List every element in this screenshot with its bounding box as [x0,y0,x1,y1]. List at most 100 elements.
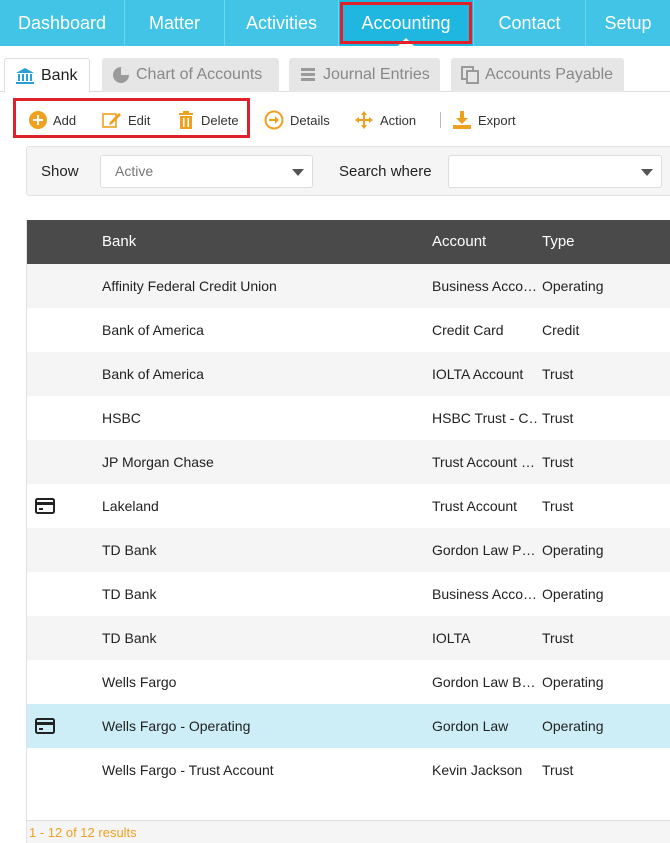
cell-account: IOLTA Account [432,366,524,382]
arrow-circle-icon [264,110,284,130]
cell-bank: Affinity Federal Credit Union [102,278,277,294]
header-type[interactable]: Type [542,233,575,250]
action-label: Action [380,112,417,128]
edit-icon [102,111,122,129]
search-where-label: Search where [339,163,432,180]
table-row[interactable]: HSBC HSBC Trust - C… Trust [27,396,670,440]
show-select[interactable]: Active [100,155,313,188]
edit-button[interactable]: Edit [102,106,150,134]
cell-account: HSBC Trust - C… [432,410,539,426]
table-row[interactable]: JP Morgan Chase Trust Account … Trust [27,440,670,484]
cell-type: Operating [542,278,604,294]
delete-label: Delete [201,112,239,128]
show-label: Show [41,163,79,180]
details-button[interactable]: Details [264,106,330,134]
cell-account: Credit Card [432,322,504,338]
cell-type: Trust [542,410,574,426]
action-button[interactable]: Action [354,106,416,134]
nav-contact[interactable]: Contact [474,0,586,46]
cell-bank: Bank of America [102,322,204,338]
edit-label: Edit [128,112,151,128]
tab-accounts-payable[interactable]: Accounts Payable [451,58,624,92]
toolbar: Add Edit Delete Details Action Export [0,100,670,140]
table-row[interactable]: Lakeland Trust Account Trust [27,484,670,528]
pager-info: 1 - 12 of 12 results [27,820,670,843]
cell-bank: JP Morgan Chase [102,454,214,470]
add-button[interactable]: Add [29,106,76,134]
tab-accounts-payable-label: Accounts Payable [485,66,614,83]
cell-type: Operating [542,674,604,690]
top-nav: Dashboard Matter Activities Accounting C… [0,0,670,46]
table-row[interactable]: Wells Fargo - Trust Account Kevin Jackson… [27,748,670,792]
move-arrows-icon [354,110,374,130]
subtabs: Bank Chart of Accounts Journal Entries A… [0,58,670,93]
delete-button[interactable]: Delete [177,106,239,134]
credit-card-icon [35,498,55,517]
trash-icon [177,111,195,129]
cell-account: Gordon Law [432,718,509,734]
cell-bank: Lakeland [102,498,159,514]
cell-type: Credit [542,322,580,338]
cell-type: Trust [542,454,574,470]
cell-bank: Wells Fargo - Trust Account [102,762,274,778]
cell-account: Trust Account … [432,454,535,470]
tab-bank-label: Bank [41,66,78,84]
cell-type: Trust [542,498,574,514]
credit-card-icon [35,718,55,737]
cell-bank: HSBC [102,410,141,426]
cell-account: Kevin Jackson [432,762,523,778]
export-button[interactable]: Export [452,106,516,134]
table-row[interactable]: Affinity Federal Credit Union Business Ac… [27,264,670,308]
tab-chart-of-accounts[interactable]: Chart of Accounts [102,58,279,92]
plus-circle-icon [29,111,47,129]
cell-account: Gordon Law B… [432,674,536,690]
add-label: Add [53,112,77,128]
table-row[interactable]: Wells Fargo - Operating Gordon Law Operati… [27,704,670,748]
tab-journal-entries[interactable]: Journal Entries [289,58,440,92]
search-where-select[interactable] [448,155,662,188]
nav-accounting[interactable]: Accounting [339,0,474,46]
cell-type: Operating [542,542,604,558]
tab-bank[interactable]: Bank [4,58,90,93]
cell-account: IOLTA [432,630,471,646]
tab-chart-of-accounts-label: Chart of Accounts [136,66,263,83]
nav-matter[interactable]: Matter [125,0,225,46]
stack-icon [299,66,317,84]
show-select-value: Active [115,163,154,179]
cell-account: Trust Account [432,498,518,514]
cell-account: Business Acco… [432,586,538,602]
bank-grid: Bank Account Type Affinity Federal Credi… [26,220,670,843]
copy-icon [461,66,479,84]
cell-type: Trust [542,762,574,778]
download-icon [452,110,472,130]
table-row[interactable]: TD Bank Business Acco… Operating [27,572,670,616]
nav-dashboard[interactable]: Dashboard [0,0,125,46]
bank-icon [15,67,35,85]
chevron-down-icon [641,169,653,176]
chevron-down-icon [292,169,304,176]
cell-type: Trust [542,366,574,382]
table-row[interactable]: Bank of America IOLTA Account Trust [27,352,670,396]
header-account[interactable]: Account [432,233,486,250]
grid-header: Bank Account Type [27,220,670,264]
details-label: Details [290,112,330,128]
toolbar-divider [440,112,441,128]
table-row[interactable]: Bank of America Credit Card Credit [27,308,670,352]
tab-journal-entries-label: Journal Entries [323,66,430,83]
cell-account: Business Acco… [432,278,538,294]
cell-type: Operating [542,586,604,602]
nav-activities[interactable]: Activities [225,0,339,46]
header-bank[interactable]: Bank [102,233,136,250]
cell-bank: TD Bank [102,542,157,558]
cell-account: Gordon Law P… [432,542,536,558]
table-row[interactable]: TD Bank IOLTA Trust [27,616,670,660]
cell-bank: Bank of America [102,366,204,382]
cell-bank: Wells Fargo [102,674,177,690]
pie-chart-icon [112,66,130,84]
cell-type: Trust [542,630,574,646]
nav-setup[interactable]: Setup [586,0,670,46]
table-row[interactable]: Wells Fargo Gordon Law B… Operating [27,660,670,704]
cell-bank: TD Bank [102,586,157,602]
cell-bank: Wells Fargo - Operating [102,718,251,734]
table-row[interactable]: TD Bank Gordon Law P… Operating [27,528,670,572]
